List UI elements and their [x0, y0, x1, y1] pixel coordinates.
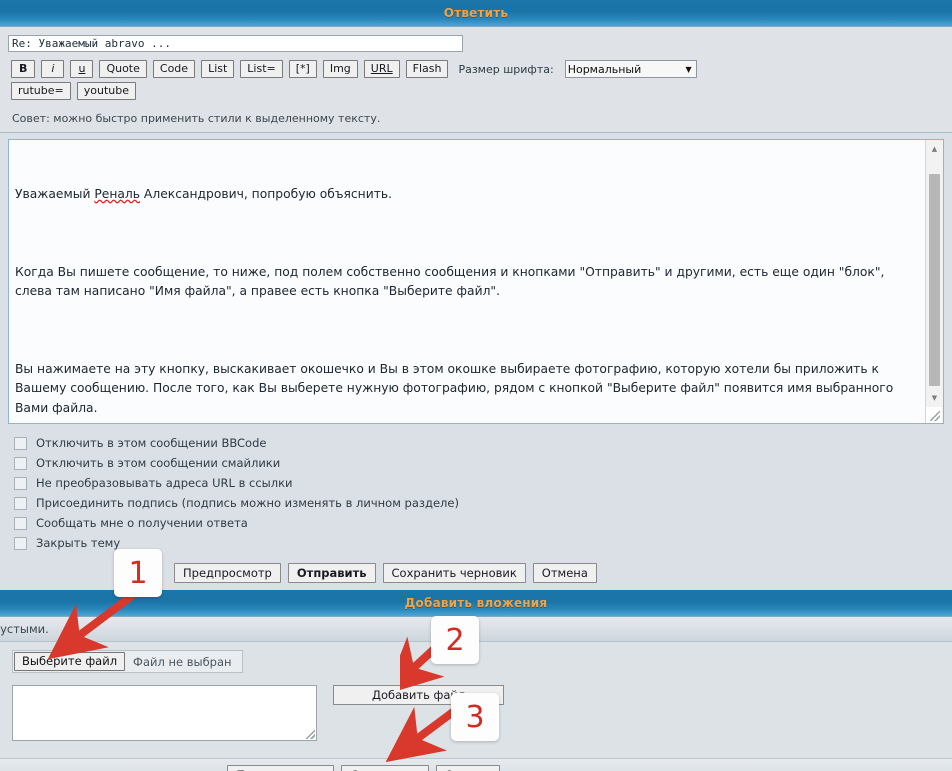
attachment-comment-input[interactable]: [12, 685, 317, 741]
fontsize-value: Нормальный: [567, 62, 642, 76]
option-label[interactable]: Сообщать мне о получении ответа: [36, 516, 248, 530]
option-label[interactable]: Отключить в этом сообщении смайлики: [36, 456, 280, 470]
option-row-signature[interactable]: Присоединить подпись (подпись можно изме…: [14, 493, 952, 513]
chevron-down-icon: ▼: [685, 64, 692, 74]
editor-paragraph: Уважаемый Реналь Александрович, попробую…: [15, 185, 917, 205]
editor-p1-suffix: Александрович, попробую объяснить.: [140, 187, 393, 201]
subject-input[interactable]: [8, 35, 463, 52]
fontsize-select[interactable]: Нормальный ▼: [564, 60, 697, 78]
file-status-label: Файл не выбран: [133, 654, 232, 669]
attachments-title: Добавить вложения: [404, 596, 548, 610]
checkbox-attach-signature[interactable]: [14, 496, 27, 510]
choose-file-button[interactable]: Выберите файл: [14, 652, 126, 671]
file-input-control[interactable]: Выберите файл Файл не выбран: [12, 650, 243, 673]
toolbar-row-1: B i u Quote Code List List= [*] Img URL …: [0, 60, 952, 78]
italic-button[interactable]: i: [41, 60, 65, 78]
option-label[interactable]: Присоединить подпись (подпись можно изме…: [36, 496, 459, 510]
preview-button[interactable]: Предпросмотр: [174, 563, 281, 583]
reply-titlebar: Ответить: [0, 0, 952, 27]
post-options-list: Отключить в этом сообщении BBCode Отключ…: [0, 424, 952, 557]
toolbar-row-2: rutube= youtube: [0, 82, 952, 100]
checkbox-notify-reply[interactable]: [14, 516, 27, 530]
subject-row: [0, 27, 952, 56]
option-row-smilies[interactable]: Отключить в этом сообщении смайлики: [14, 453, 952, 473]
fontsize-label: Размер шрифта:: [458, 62, 554, 76]
image-button[interactable]: Img: [322, 60, 358, 78]
bbcode-toolbar: B i u Quote Code List List= [*] Img URL …: [0, 56, 952, 106]
save-draft-button[interactable]: Сохранить черновик: [382, 563, 526, 583]
list-button[interactable]: List: [201, 60, 235, 78]
reply-page: Ответить B i u Quote Code List List= [*]…: [0, 0, 952, 771]
underline-button[interactable]: u: [70, 60, 94, 78]
message-editor[interactable]: Уважаемый Реналь Александрович, попробую…: [8, 139, 944, 424]
editor-p1-prefix: Уважаемый: [15, 187, 95, 201]
code-button[interactable]: Code: [152, 60, 196, 78]
annotation-marker-3: 3: [451, 693, 499, 741]
checkbox-lock-topic[interactable]: [14, 536, 27, 550]
triangle-up-icon[interactable]: ▲: [926, 140, 943, 157]
checkbox-disable-urls[interactable]: [14, 476, 27, 490]
style-hint: Совет: можно быстро применить стили к вы…: [0, 106, 952, 133]
option-row-bbcode[interactable]: Отключить в этом сообщении BBCode: [14, 433, 952, 453]
annotation-marker-1: 1: [114, 549, 162, 597]
attachments-actions: Предпросмотр Отправить Отмена: [0, 758, 952, 771]
checkbox-disable-bbcode[interactable]: [14, 436, 27, 450]
option-label[interactable]: Закрыть тему: [36, 536, 120, 550]
resize-grip-icon[interactable]: [926, 407, 942, 423]
url-button[interactable]: URL: [363, 60, 400, 78]
cancel-button[interactable]: Отмена: [532, 563, 597, 583]
list-eq-button[interactable]: List=: [240, 60, 283, 78]
scrollbar-thumb[interactable]: [929, 174, 940, 386]
option-row-urls[interactable]: Не преобразовывать адреса URL в ссылки: [14, 473, 952, 493]
submit-button[interactable]: Отправить: [287, 563, 376, 583]
option-label[interactable]: Отключить в этом сообщении BBCode: [36, 436, 266, 450]
message-editor-text[interactable]: Уважаемый Реналь Александрович, попробую…: [9, 140, 925, 423]
attach-submit-button[interactable]: Отправить: [341, 764, 429, 771]
list-item-button[interactable]: [*]: [288, 60, 317, 78]
attach-preview-button[interactable]: Предпросмотр: [227, 764, 335, 771]
annotation-marker-2: 2: [431, 616, 479, 664]
rutube-button[interactable]: rutube=: [11, 82, 71, 100]
editor-paragraph: Когда Вы пишете сообщение, то ниже, под …: [15, 264, 889, 299]
misspelled-word: Реналь: [94, 187, 141, 201]
triangle-down-icon[interactable]: ▼: [926, 389, 943, 406]
resize-grip-icon[interactable]: [306, 730, 315, 739]
flash-button[interactable]: Flash: [405, 60, 449, 78]
attach-cancel-button[interactable]: Отмена: [435, 764, 500, 771]
bold-button[interactable]: B: [11, 60, 36, 78]
option-row-notify[interactable]: Сообщать мне о получении ответа: [14, 513, 952, 533]
youtube-button[interactable]: youtube: [76, 82, 136, 100]
editor-paragraph: Вы нажимаете на эту кнопку, выскакивает …: [15, 361, 898, 415]
checkbox-disable-smilies[interactable]: [14, 456, 27, 470]
editor-scrollbar[interactable]: ▲ ▼: [925, 140, 943, 423]
reply-title: Ответить: [443, 6, 509, 20]
quote-button[interactable]: Quote: [99, 60, 147, 78]
option-label[interactable]: Не преобразовывать адреса URL в ссылки: [36, 476, 293, 490]
